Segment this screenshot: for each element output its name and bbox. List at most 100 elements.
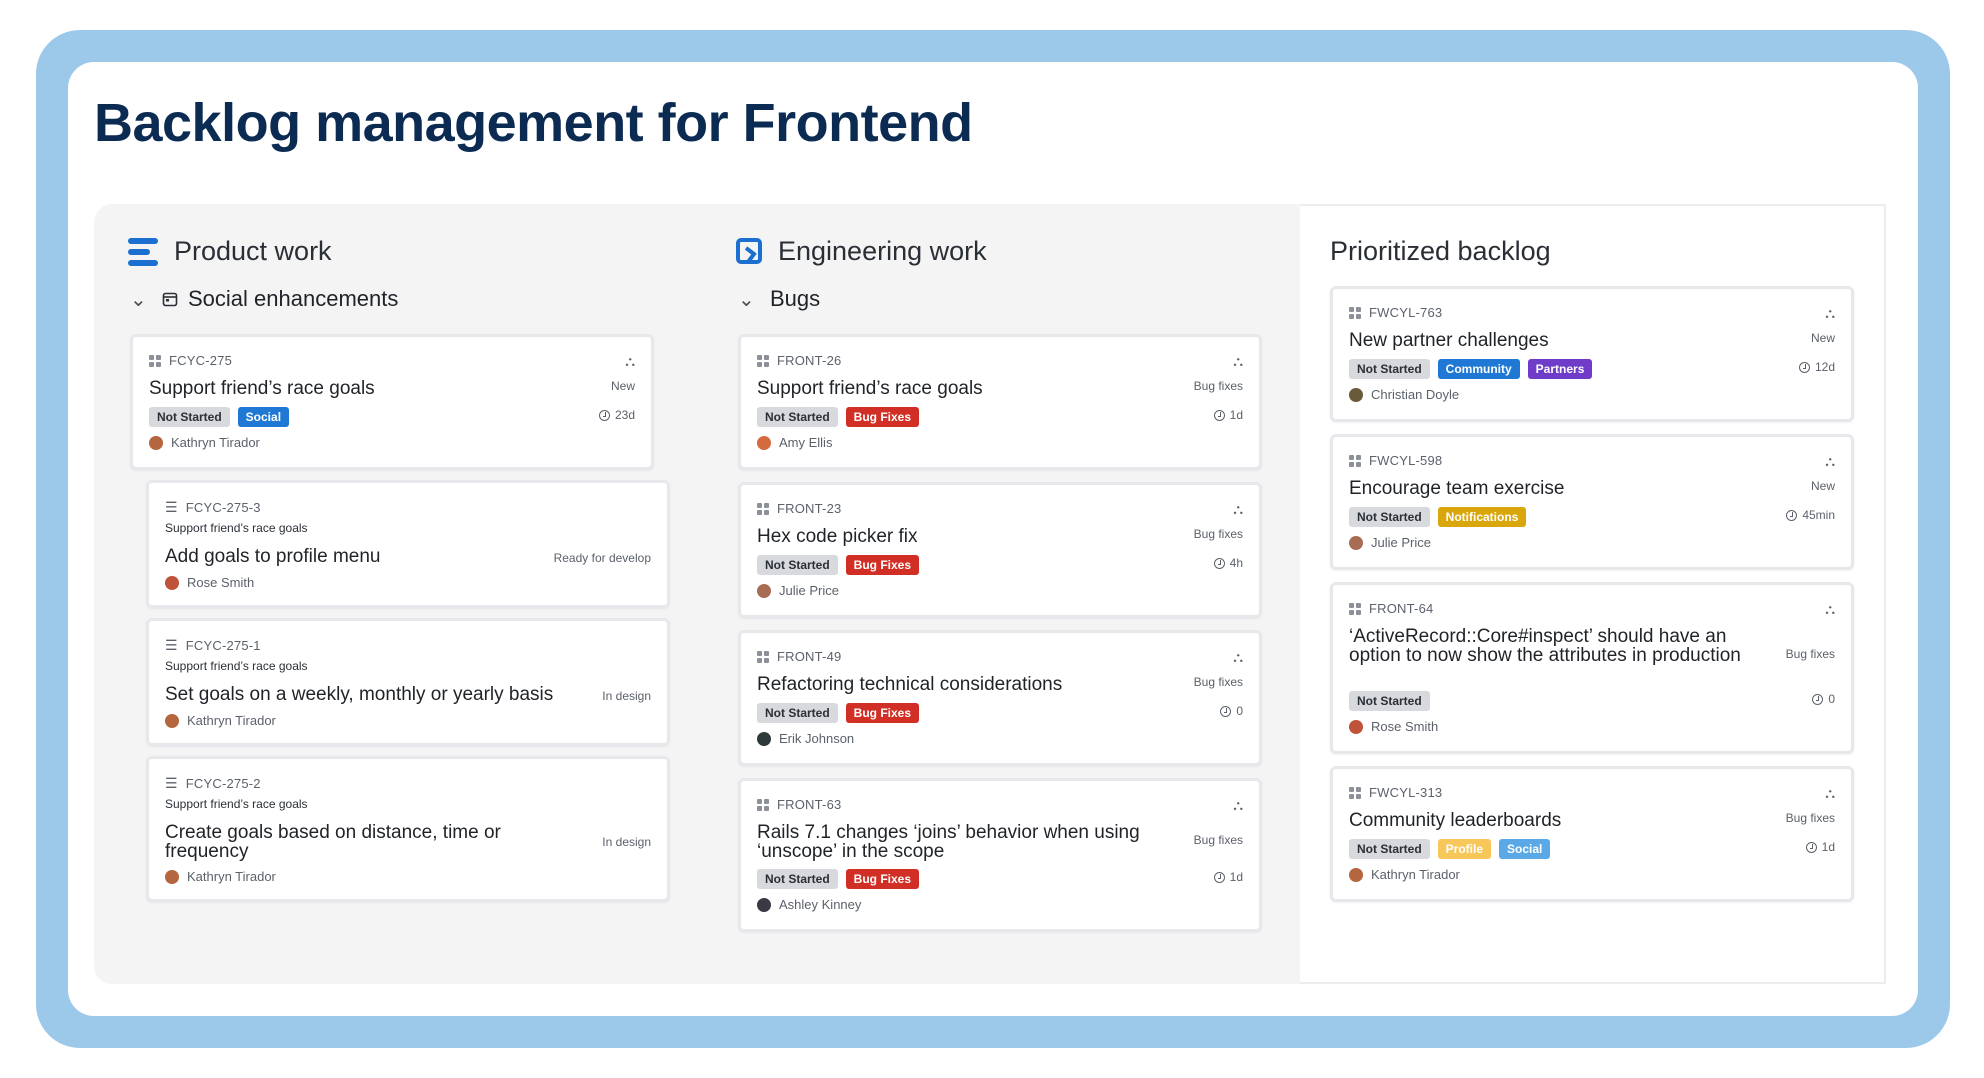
hierarchy-icon: ⛬ <box>1825 305 1835 321</box>
assignee: Julie Price <box>757 583 839 598</box>
status-tag: Not Started <box>757 407 838 427</box>
card-status: New <box>1810 479 1835 493</box>
label-tag: Profile <box>1437 839 1492 859</box>
assignee: Julie Price <box>1349 535 1431 550</box>
card-status: New <box>610 379 635 393</box>
clock-icon <box>1812 693 1824 705</box>
card-title: Encourage team exercise <box>1349 478 1565 499</box>
card-title: Community leaderboards <box>1349 810 1562 831</box>
issue-type-icon <box>149 354 161 367</box>
list-icon: ☰ <box>165 499 178 515</box>
time-estimate: 45min <box>1786 508 1835 522</box>
avatar <box>1349 867 1363 882</box>
card-tags: Not Started Bug Fixes <box>757 869 920 889</box>
issue-key: ☰ FCYC-275-3 <box>165 499 261 515</box>
issue-type-icon <box>757 650 769 663</box>
card-status: Bug fixes <box>1785 811 1835 825</box>
card-title: Support friend’s race goals <box>149 378 375 399</box>
card-status: In design <box>602 689 651 703</box>
list-icon: ☰ <box>165 775 178 791</box>
hierarchy-icon: ⛬ <box>1233 501 1243 517</box>
card-tags: Not Started Bug Fixes <box>757 703 920 723</box>
label-tag: Bug Fixes <box>845 869 920 889</box>
chevron-down-icon[interactable]: ⌄ <box>130 287 152 312</box>
backlog-card[interactable]: FWCYL-763 ⛬ New partner challenges New N… <box>1330 286 1854 422</box>
hierarchy-icon: ⛬ <box>625 353 635 369</box>
status-tag: Not Started <box>757 703 838 723</box>
label-tag: Partners <box>1527 359 1593 379</box>
group-title: Bugs <box>770 286 821 311</box>
avatar <box>757 583 771 598</box>
card-status: In design <box>602 835 651 849</box>
subtask-card[interactable]: ☰ FCYC-275-1 Support friend’s race goals … <box>146 618 670 746</box>
avatar <box>149 435 163 450</box>
hierarchy-icon: ⛬ <box>1233 353 1243 369</box>
card-tags: Not Started Social <box>149 407 290 427</box>
issue-card[interactable]: FRONT-23 ⛬ Hex code picker fix Bug fixes… <box>738 482 1262 618</box>
avatar <box>757 897 771 912</box>
issue-key: FWCYL-763 <box>1349 305 1442 320</box>
group-header-social[interactable]: ⌄ Social enhancements <box>130 286 398 312</box>
issue-type-icon <box>1349 602 1361 615</box>
clock-icon <box>1213 557 1225 569</box>
hierarchy-icon: ⛬ <box>1825 453 1835 469</box>
subtask-card[interactable]: ☰ FCYC-275-2 Support friend’s race goals … <box>146 756 670 902</box>
assignee: Amy Ellis <box>757 435 832 450</box>
chevron-down-icon[interactable]: ⌄ <box>738 287 760 312</box>
issue-key: FRONT-26 <box>757 353 841 368</box>
time-estimate: 23d <box>598 408 635 422</box>
epic-card[interactable]: FCYC-275 ⛬ Support friend’s race goals N… <box>130 334 654 470</box>
subtask-card[interactable]: ☰ FCYC-275-3 Support friend’s race goals … <box>146 480 670 608</box>
column-header-product: Product work <box>128 236 332 267</box>
assignee: Ashley Kinney <box>757 897 861 912</box>
backlog-card[interactable]: FRONT-64 ⛬ ‘ActiveRecord::Core#inspect’ … <box>1330 582 1854 754</box>
card-tags: Not Started Profile Social <box>1349 839 1551 859</box>
backlog-card[interactable]: FWCYL-598 ⛬ Encourage team exercise New … <box>1330 434 1854 570</box>
issue-card[interactable]: FRONT-63 ⛬ Rails 7.1 changes ‘joins’ beh… <box>738 778 1262 932</box>
label-tag: Community <box>1437 359 1520 379</box>
card-tags: Not Started Bug Fixes <box>757 555 920 575</box>
hierarchy-icon: ⛬ <box>1825 601 1835 617</box>
group-header-bugs[interactable]: ⌄ Bugs <box>738 286 820 312</box>
card-status: Bug fixes <box>1193 379 1243 393</box>
label-tag: Bug Fixes <box>845 407 920 427</box>
time-estimate: 1d <box>1213 408 1243 422</box>
card-title: ‘ActiveRecord::Core#inspect’ should have… <box>1349 626 1741 666</box>
time-estimate: 12d <box>1798 360 1835 374</box>
issue-key: FRONT-23 <box>757 501 841 516</box>
list-icon: ☰ <box>165 637 178 653</box>
card-title: Add goals to profile menu <box>165 546 381 567</box>
card-title: Rails 7.1 changes ‘joins’ behavior when … <box>757 822 1140 862</box>
card-status: Bug fixes <box>1193 527 1243 541</box>
issue-key: FWCYL-598 <box>1349 453 1442 468</box>
card-tags: Not Started <box>1349 691 1430 711</box>
card-title: Create goals based on distance, time or … <box>165 822 501 862</box>
avatar <box>1349 719 1363 734</box>
column-title-product: Product work <box>174 236 332 266</box>
avatar <box>165 713 179 728</box>
issue-key: FCYC-275 <box>149 353 232 368</box>
assignee: Kathryn Tirador <box>165 713 276 728</box>
card-title: Refactoring technical considerations <box>757 674 1063 695</box>
assignee: Kathryn Tirador <box>1349 867 1460 882</box>
issue-card[interactable]: FRONT-26 ⛬ Support friend’s race goals B… <box>738 334 1262 470</box>
label-tag: Social <box>1499 839 1551 859</box>
avatar <box>165 869 179 884</box>
parent-issue: Support friend’s race goals <box>165 659 308 673</box>
page-title: Backlog management for Frontend <box>94 93 973 153</box>
label-tag: Bug Fixes <box>845 555 920 575</box>
issue-type-icon <box>757 798 769 811</box>
status-tag: Not Started <box>757 869 838 889</box>
status-tag: Not Started <box>1349 507 1430 527</box>
clock-icon <box>1805 841 1817 853</box>
issue-card[interactable]: FRONT-49 ⛬ Refactoring technical conside… <box>738 630 1262 766</box>
clock-icon <box>1220 705 1232 717</box>
card-tags: Not Started Community Partners <box>1349 359 1593 379</box>
product-lines-icon <box>128 237 158 266</box>
assignee: Erik Johnson <box>757 731 854 746</box>
backlog-card[interactable]: FWCYL-313 ⛬ Community leaderboards Bug f… <box>1330 766 1854 902</box>
clock-icon <box>1786 509 1798 521</box>
issue-type-icon <box>757 354 769 367</box>
time-estimate: 1d <box>1805 840 1835 854</box>
status-tag: Not Started <box>1349 839 1430 859</box>
